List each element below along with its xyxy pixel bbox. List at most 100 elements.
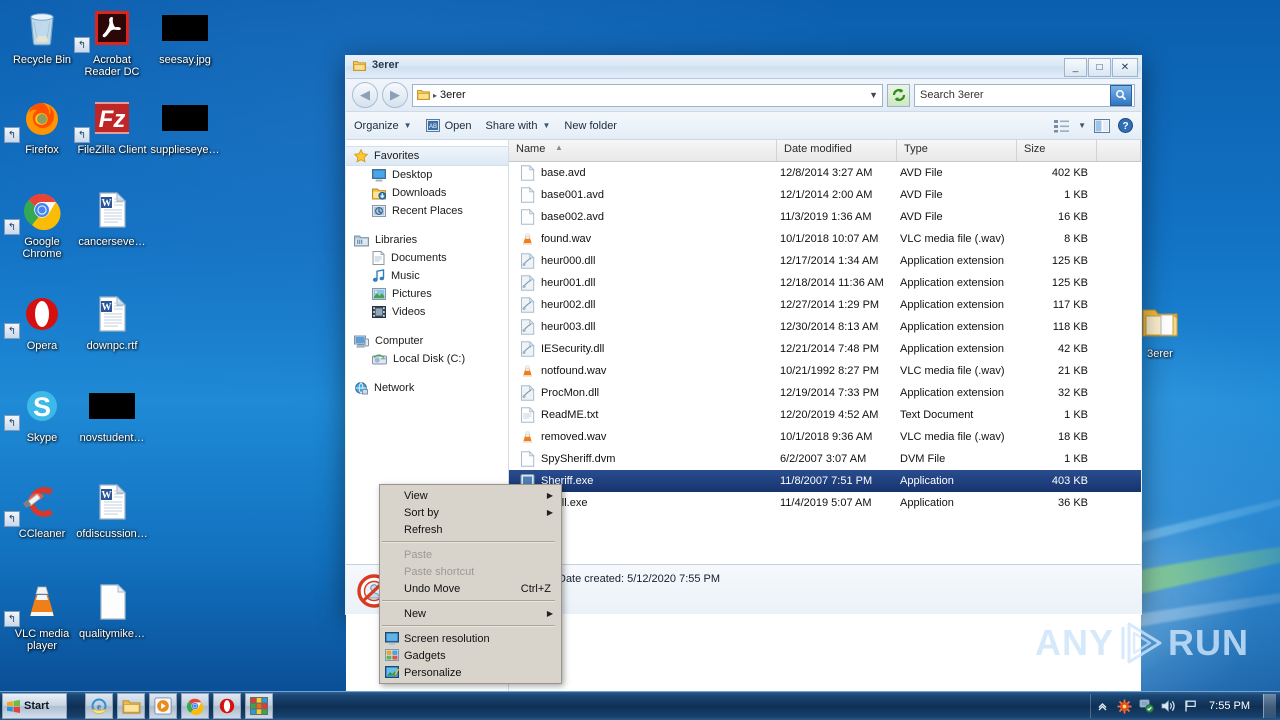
show-desktop-button[interactable] [1263,694,1276,718]
table-row[interactable]: removed.wav10/1/2018 9:36 AMVLC media fi… [509,426,1141,448]
breadcrumb-caret-icon[interactable]: ▸ [433,91,437,100]
column-header-type[interactable]: Type [897,140,1017,161]
help-icon[interactable]: ? [1118,118,1133,133]
desktop-icon-seesay-jpg[interactable]: seesay.jpg [149,4,221,66]
menu-item-view[interactable]: View▶ [380,487,561,504]
sidebar-item-videos[interactable]: Videos [346,303,508,321]
table-row[interactable]: found.wav10/1/2018 10:07 AMVLC media fil… [509,228,1141,250]
views-chevron-down-icon[interactable]: ▼ [1078,121,1086,130]
show-hidden-icons-icon[interactable] [1095,699,1110,714]
table-row[interactable]: heur001.dll12/18/2014 11:36 AMApplicatio… [509,272,1141,294]
organize-button[interactable]: Organize ▼ [354,120,412,132]
taskbar-clock[interactable]: 7:55 PM [1205,700,1254,712]
file-name-cell[interactable]: heur003.dll [509,319,777,335]
taskbar[interactable]: Start e 7:55 PM [0,691,1280,720]
file-name-cell[interactable]: ProcMon.dll [509,385,777,401]
address-bar[interactable]: ◀ ▶ ▸ 3erer ▼ Search 3erer [346,79,1141,112]
file-name-cell[interactable]: heur001.dll [509,275,777,291]
sidebar-item-network[interactable]: Network [346,379,508,397]
toolbar-right-group[interactable]: ▼ ? [1054,118,1133,133]
table-row[interactable]: SpySheriff.dvm6/2/2007 3:07 AMDVM File1 … [509,448,1141,470]
views-icon[interactable] [1054,119,1070,133]
refresh-button[interactable] [887,84,910,107]
network-icon[interactable] [1139,699,1154,714]
column-headers[interactable]: Name▲Date modifiedTypeSize [509,140,1141,162]
taskbar-opera[interactable] [213,693,241,719]
taskbar-app[interactable] [245,693,273,719]
search-icon[interactable] [1110,85,1132,106]
desktop-icon-supplieseye[interactable]: supplieseye… [149,94,221,156]
preview-pane-icon[interactable] [1094,119,1110,133]
desktop-icon-opera[interactable]: ↰Opera [6,290,78,352]
table-row[interactable]: IESecurity.dll12/21/2014 7:48 PMApplicat… [509,338,1141,360]
file-name-cell[interactable]: SpySheriff.dvm [509,451,777,467]
table-row[interactable]: heur002.dll12/27/2014 1:29 PMApplication… [509,294,1141,316]
desktop-icon-google-chrome[interactable]: ↰Google Chrome [6,186,78,260]
desktop-icon-qualitymike[interactable]: qualitymike… [76,578,148,640]
open-button[interactable]: AB Open [426,119,472,132]
desktop-icon-ccleaner[interactable]: ↰CCleaner [6,478,78,540]
sidebar-item-desktop[interactable]: Desktop [346,166,508,184]
maximize-button[interactable]: □ [1088,58,1111,77]
file-name-cell[interactable]: ReadME.txt [509,407,777,423]
table-row[interactable]: base001.avd12/1/2014 2:00 AMAVD File1 KB [509,184,1141,206]
desktop-icon-downpc-rtf[interactable]: Wdownpc.rtf [76,290,148,352]
file-list-pane[interactable]: Name▲Date modifiedTypeSize base.avd12/8/… [509,140,1141,698]
table-row[interactable]: base002.avd11/3/2019 1:36 AMAVD File16 K… [509,206,1141,228]
action-center-flag-icon[interactable] [1183,699,1198,714]
table-row[interactable]: ProcMon.dll12/19/2014 7:33 PMApplication… [509,382,1141,404]
sidebar-item-downloads[interactable]: Downloads [346,184,508,202]
menu-item-screen-resolution[interactable]: Screen resolution [380,630,561,647]
menu-item-refresh[interactable]: Refresh [380,521,561,538]
sidebar-item-computer[interactable]: Computer [346,332,508,350]
file-name-cell[interactable]: heur002.dll [509,297,777,313]
share-with-button[interactable]: Share with ▼ [485,120,550,132]
sidebar-item-recent-places[interactable]: Recent Places [346,202,508,220]
sidebar-item-pictures[interactable]: Pictures [346,285,508,303]
system-tray[interactable]: 7:55 PM [1090,694,1280,718]
desktop-icon-cancerseve[interactable]: Wcancerseve… [76,186,148,248]
table-row[interactable]: base.avd12/8/2014 3:27 AMAVD File402 KB [509,162,1141,184]
desktop-icon-filezilla-client[interactable]: Fz↰FileZilla Client [76,94,148,156]
taskbar-chrome[interactable] [181,693,209,719]
desktop-icon-acrobat-reader-dc[interactable]: ↰Acrobat Reader DC [76,4,148,78]
file-name-cell[interactable]: removed.wav [509,430,777,445]
file-name-cell[interactable]: heur000.dll [509,253,777,269]
table-row[interactable]: ReadME.txt12/20/2019 4:52 AMText Documen… [509,404,1141,426]
file-name-cell[interactable]: IESecurity.dll [509,341,777,357]
desktop-context-menu[interactable]: View▶Sort by▶RefreshPastePaste shortcutU… [379,484,562,684]
taskbar-buttons[interactable]: e [81,693,273,719]
sidebar-item-libraries[interactable]: Libraries [346,231,508,249]
table-row[interactable]: nstall.exe11/4/2019 5:07 AMApplication36… [509,492,1141,514]
sidebar-item-favorites[interactable]: Favorites [346,146,508,166]
table-row[interactable]: heur000.dll12/17/2014 1:34 AMApplication… [509,250,1141,272]
new-folder-button[interactable]: New folder [564,120,617,132]
column-header-date-modified[interactable]: Date modified [777,140,897,161]
table-row[interactable]: notfound.wav10/21/1992 8:27 PMVLC media … [509,360,1141,382]
sidebar-item-local-disk-c[interactable]: Local Disk (C:) [346,350,508,368]
menu-item-personalize[interactable]: Personalize [380,664,561,681]
menu-item-gadgets[interactable]: Gadgets [380,647,561,664]
taskbar-media-player[interactable] [149,693,177,719]
explorer-toolbar[interactable]: Organize ▼ AB Open Share with ▼ New fold… [346,112,1141,140]
file-list[interactable]: base.avd12/8/2014 3:27 AMAVD File402 KBb… [509,162,1141,514]
file-name-cell[interactable]: base001.avd [509,187,777,203]
minimize-button[interactable]: _ [1064,58,1087,77]
desktop-icon-vlc-media-player[interactable]: ↰VLC media player [6,578,78,652]
menu-item-new[interactable]: New▶ [380,605,561,622]
file-name-cell[interactable]: found.wav [509,232,777,247]
desktop-icon-ofdiscussion[interactable]: Wofdiscussion… [76,478,148,540]
address-dropdown-icon[interactable]: ▼ [869,90,878,100]
close-button[interactable]: ✕ [1112,58,1138,77]
start-button[interactable]: Start [2,693,67,719]
taskbar-windows-explorer[interactable] [117,693,145,719]
file-name-cell[interactable]: notfound.wav [509,364,777,379]
antivirus-shield-icon[interactable] [1117,699,1132,714]
column-header-name[interactable]: Name▲ [509,140,777,161]
menu-item-undo-move[interactable]: Undo MoveCtrl+Z [380,580,561,597]
back-button[interactable]: ◀ [352,82,378,108]
taskbar-internet-explorer[interactable]: e [85,693,113,719]
table-row[interactable]: Sheriff.exe11/8/2007 7:51 PMApplication4… [509,470,1141,492]
window-controls[interactable]: _ □ ✕ [1064,58,1138,77]
desktop-icon-novstudent[interactable]: novstudent… [76,382,148,444]
